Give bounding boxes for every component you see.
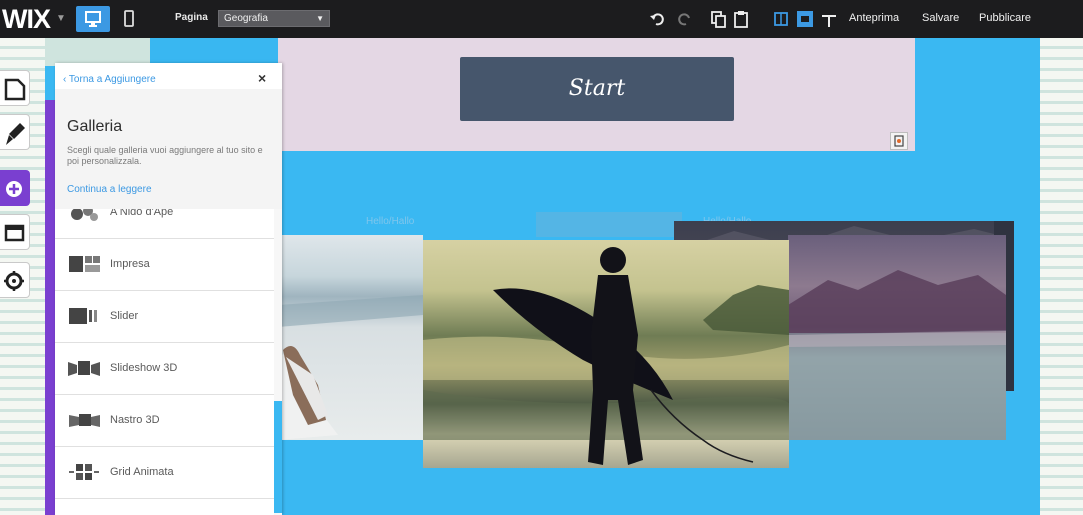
list-item-grid-animata[interactable]: Grid Animata (55, 447, 274, 499)
list-item-label: A Nido d'Ape (110, 209, 174, 218)
copy-icon (711, 11, 726, 28)
list-item-label: Slideshow 3D (110, 362, 178, 374)
gallery-caption-box (536, 212, 682, 237)
save-button[interactable]: Salvare (922, 12, 959, 24)
list-item-slider[interactable]: Slider (55, 291, 274, 343)
read-more-link[interactable]: Continua a leggere (67, 184, 152, 195)
publish-button[interactable]: Pubblicare (979, 12, 1031, 24)
scrollbar-thumb[interactable] (274, 401, 282, 513)
panel-accent-bar (45, 100, 55, 515)
gallery-photo-beach[interactable] (278, 235, 423, 440)
list-item-label: Nastro 3D (110, 414, 160, 426)
panel-description: Scegli quale galleria vuoi aggiungere al… (67, 145, 263, 166)
gear-icon (4, 271, 24, 291)
left-toolbar (0, 62, 30, 312)
impresa-gallery-icon (69, 256, 100, 272)
list-item-label: Grid Animata (110, 466, 174, 478)
nastro-3d-icon (69, 414, 100, 427)
desktop-view-button[interactable] (76, 6, 110, 32)
slideshow-3d-icon (68, 361, 100, 376)
paintbrush-icon (6, 123, 25, 145)
resize-handle-icon[interactable] (890, 132, 908, 150)
slider-gallery-icon (69, 308, 97, 324)
gallery-photo-lake[interactable] (788, 235, 1006, 440)
list-item-nastro-3d[interactable]: Nastro 3D (55, 395, 274, 447)
back-to-add-link[interactable]: ‹ Torna a Aggiungere (63, 74, 156, 85)
list-item-label: Impresa (110, 258, 150, 270)
plus-circle-icon (6, 181, 22, 197)
editor-topbar: WIX ▼ Pagina Geografia ▼ Anteprima Salva… (0, 0, 1083, 38)
mobile-icon (124, 10, 134, 27)
media-tool-button[interactable] (0, 214, 30, 250)
pages-tool-button[interactable] (0, 70, 30, 106)
snap-button[interactable] (795, 9, 815, 29)
redo-icon (678, 13, 690, 26)
add-tool-button[interactable] (0, 170, 30, 206)
list-item-slideshow-3d[interactable]: Slideshow 3D (55, 343, 274, 395)
close-icon[interactable]: × (258, 70, 266, 86)
media-icon (4, 224, 25, 242)
panel-title: Galleria (67, 118, 123, 135)
mobile-view-button[interactable] (120, 6, 138, 32)
gallery-caption: Hello/Hallo (366, 216, 415, 227)
chevron-down-icon: ▼ (316, 14, 324, 23)
page-select[interactable]: Geografia ▼ (218, 10, 330, 27)
redo-button[interactable] (674, 9, 694, 29)
desktop-icon (85, 11, 101, 27)
settings-tool-button[interactable] (0, 262, 30, 298)
page-label: Pagina (175, 12, 208, 23)
panel-scrollbar[interactable] (274, 209, 282, 515)
gridlines-button[interactable] (771, 9, 791, 29)
page-select-value: Geografia (224, 13, 268, 24)
ruler-button[interactable] (819, 9, 839, 29)
page-background-pattern (1040, 38, 1083, 515)
list-item-impresa[interactable]: Impresa (55, 239, 274, 291)
snap-icon (797, 11, 813, 27)
list-item-label: Slider (110, 310, 139, 322)
preview-button[interactable]: Anteprima (849, 12, 899, 24)
wix-logo[interactable]: WIX (2, 4, 51, 35)
gallery-photo-surfer[interactable] (423, 240, 789, 468)
copy-button[interactable] (708, 9, 728, 29)
page-background-pattern (45, 38, 150, 66)
ruler-icon (822, 15, 836, 27)
start-button[interactable]: Start (460, 57, 734, 121)
honeycomb-gallery-icon (71, 209, 98, 221)
list-item-honeycomb[interactable]: A Nido d'Ape (55, 209, 274, 239)
page-icon (4, 78, 26, 101)
paste-icon (734, 11, 748, 28)
undo-icon (650, 13, 664, 26)
design-tool-button[interactable] (0, 114, 30, 150)
gridlines-icon (774, 12, 788, 26)
gallery-list: A Nido d'Ape Impresa Slider Slideshow 3D… (55, 209, 274, 515)
editor-screen: Start Hello/Hallo Hello/Hallo (0, 0, 1083, 515)
add-gallery-panel: ‹ Torna a Aggiungere × Galleria Scegli q… (55, 63, 282, 515)
paste-button[interactable] (731, 9, 751, 29)
undo-button[interactable] (648, 9, 668, 29)
grid-animated-icon (69, 464, 99, 480)
chevron-down-icon[interactable]: ▼ (56, 13, 66, 24)
